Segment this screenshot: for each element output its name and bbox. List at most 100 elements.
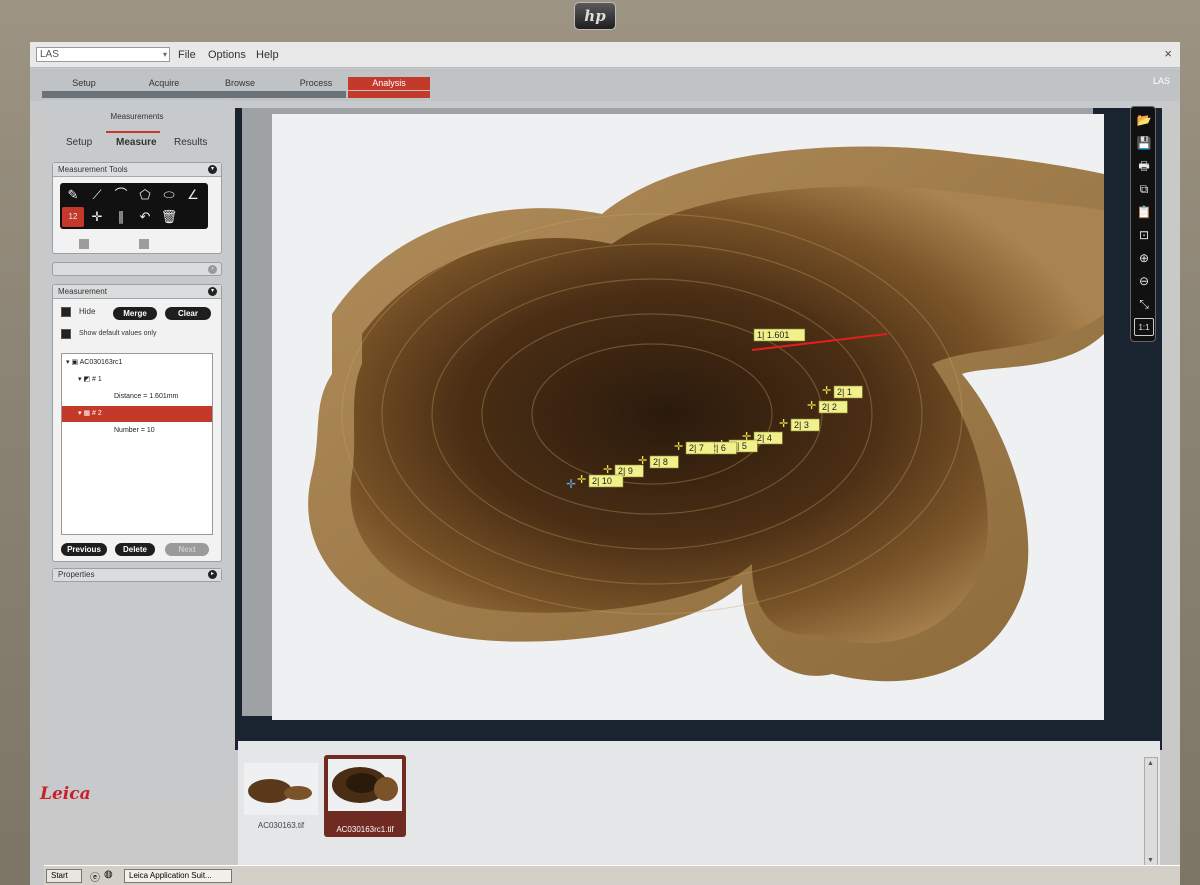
expand-icon[interactable]: › [208,265,217,274]
polygon-icon[interactable]: ⬠ [134,185,156,205]
count-marker-1[interactable]: ✛ [822,385,831,397]
tab-results[interactable]: Results [174,137,207,148]
count-icon[interactable]: 12 [62,207,84,227]
undo-icon[interactable]: ↶ [134,207,156,227]
properties-header[interactable]: Properties ▸ [53,569,221,581]
otolith-image[interactable]: 1| 1.601✛2| 1✛2| 2✛2| 3✛2| 4✛2| 5✛2| 6✛2… [272,114,1104,720]
hp-logo: hp [574,2,616,30]
workflow-tab-browse-underline [198,91,282,98]
tab-setup[interactable]: Setup [66,137,92,148]
arc-icon[interactable]: ⌒ [110,185,132,205]
copy-icon[interactable]: ⧉ [1134,180,1154,198]
workflow-tab-acquire[interactable]: Acquire [122,77,206,90]
fit-icon[interactable]: ⊡ [1134,226,1154,244]
tree-row-measure-1-label: # 1 [92,376,102,383]
expand-icon[interactable]: ▸ [208,570,217,579]
save-icon[interactable]: 💾 [1134,134,1154,152]
delete-button[interactable]: Delete [115,543,155,556]
cursor-crosshair-icon: ✛ [566,477,576,491]
scroll-down-icon[interactable]: ▼ [1147,857,1154,864]
tab-measure[interactable]: Measure [116,137,157,148]
workflow-bar: Setup Acquire Browse Process Analysis LA… [30,69,1180,101]
resize-icon[interactable]: ⤡ [1134,295,1154,313]
measurement-tools-header[interactable]: Measurement Tools ▾ [53,163,221,177]
actual-size-icon[interactable]: 1:1 [1134,318,1154,336]
count-point-label-8[interactable]: 2| 8 [649,455,679,469]
menu-help[interactable]: Help [256,49,279,61]
image-canvas[interactable]: 1| 1.601✛2| 1✛2| 2✛2| 3✛2| 4✛2| 5✛2| 6✛2… [242,108,1104,720]
properties-title: Properties [58,570,95,579]
distance-label[interactable]: 1| 1.601 [753,328,806,342]
open-icon[interactable]: 📂 [1134,111,1154,129]
start-button[interactable]: Start [46,869,82,883]
count-point-label-10[interactable]: 2| 10 [588,474,624,488]
svg-text:1| 1.601: 1| 1.601 [757,330,789,340]
count-marker-3[interactable]: ✛ [779,418,788,430]
hide-checkbox[interactable] [61,307,71,317]
collapse-icon[interactable]: ▾ [208,165,217,174]
thumbnail-2[interactable] [328,759,402,811]
thumbnail-strip: AC030163.tif AC030163rc1.tif ▲ ▼ [238,738,1160,868]
workflow-tab-acquire-underline [122,91,206,98]
merge-button[interactable]: Merge [113,307,157,320]
collapse-icon[interactable]: ▾ [208,287,217,296]
svg-text:2| 10: 2| 10 [592,476,612,486]
collapsed-section[interactable]: › [52,262,222,276]
globe-icon[interactable]: ◍ [104,869,113,880]
workflow-tab-setup[interactable]: Setup [42,77,126,90]
thumbnail-scrollbar[interactable]: ▲ ▼ [1144,757,1158,867]
menu-file[interactable]: File [178,49,196,61]
zoom-in-icon[interactable]: ⊕ [1134,249,1154,267]
count-point-label-1[interactable]: 2| 1 [833,385,863,399]
app-selector-value: LAS [40,49,59,60]
svg-text:2| 2: 2| 2 [822,402,837,412]
count-point-label-2[interactable]: 2| 2 [818,400,848,414]
count-marker-10[interactable]: ✛ [577,474,586,486]
paste-icon[interactable]: 📋 [1134,203,1154,221]
disabled-option-1 [79,239,89,249]
start-label: Start [51,871,68,880]
crosshair-icon[interactable]: ✛ [86,207,108,227]
show-defaults-checkbox[interactable] [61,329,71,339]
task-leica-app[interactable]: Leica Application Suit... [124,869,232,883]
count-point-label-4[interactable]: 2| 4 [753,431,783,445]
app-selector[interactable]: LAS ▾ [36,47,170,62]
workflow-tab-process[interactable]: Process [274,77,358,90]
thumbnail-1[interactable] [244,763,318,815]
count-point-label-7[interactable]: 2| 7 [685,441,715,455]
thumbnail-1-label: AC030163.tif [257,821,305,830]
next-button[interactable]: Next [165,543,209,556]
scroll-up-icon[interactable]: ▲ [1147,760,1154,767]
delete-icon[interactable]: 🗑 [158,207,180,227]
previous-button[interactable]: Previous [61,543,107,556]
menu-options[interactable]: Options [208,49,246,61]
ellipse-icon[interactable]: ⬭ [158,185,180,205]
count-point-label-3[interactable]: 2| 3 [790,418,820,432]
tree-row-measure-2[interactable]: ▾ ▦ # 2 [62,406,212,422]
tree-row-measure-1[interactable]: ▾ ◩ # 1 [62,372,212,388]
print-icon[interactable]: 🖶 [1134,157,1154,175]
parallel-icon[interactable]: ∥ [110,207,132,227]
line-icon[interactable]: ⟋ [86,185,108,205]
tree-row-image[interactable]: ▾ ▣ AC030163rc1 [62,355,212,371]
las-brand: LAS [1152,76,1170,86]
count-marker-2[interactable]: ✛ [807,400,816,412]
browser-icon[interactable]: ⓔ [90,869,100,884]
tool-grid: ✎ ⟋ ⌒ ⬠ ⬭ ∠ 12 ✛ ∥ ↶ 🗑 [60,183,208,229]
count-marker-7[interactable]: ✛ [674,441,683,453]
workflow-tab-browse[interactable]: Browse [198,77,282,90]
workflow-tab-analysis[interactable]: Analysis [348,77,430,90]
count-marker-9[interactable]: ✛ [603,464,612,476]
pointer-icon[interactable]: ✎ [62,185,84,205]
clear-button[interactable]: Clear [165,307,211,320]
angle-icon[interactable]: ∠ [182,185,204,205]
tree-row-measure-2-label: # 2 [92,410,102,417]
close-icon[interactable]: × [1164,46,1172,61]
zoom-out-icon[interactable]: ⊖ [1134,272,1154,290]
count-points-layer: 1| 1.601✛2| 1✛2| 2✛2| 3✛2| 4✛2| 5✛2| 6✛2… [566,328,863,491]
measurement-header[interactable]: Measurement ▾ [53,285,221,299]
properties-section[interactable]: Properties ▸ [52,568,222,582]
monitor-bezel: hp LAS ▾ File Options Help × Setup Acqui… [0,0,1200,885]
measurement-tools-section: Measurement Tools ▾ ✎ ⟋ ⌒ ⬠ ⬭ ∠ 12 ✛ ∥ ↶… [52,162,222,254]
thumbnail-2-image [332,767,398,803]
